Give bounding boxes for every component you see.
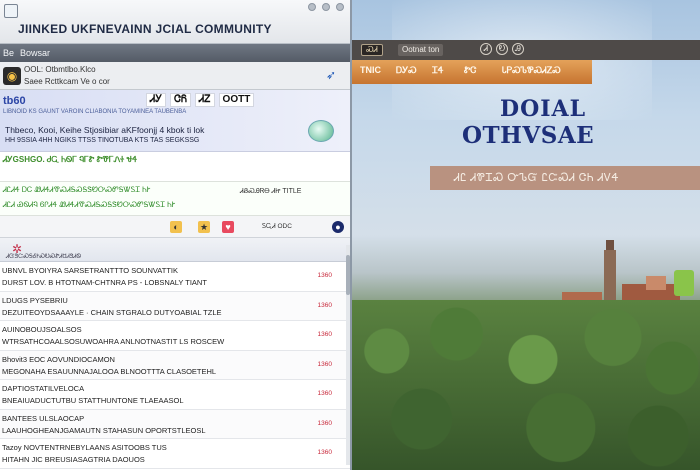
app-icon bbox=[4, 4, 18, 18]
list-item-count: 1360 bbox=[317, 390, 332, 397]
slogan-bar: ᏗᏝ ᏗᏈᏆᏍ ᏅᏖᏳ ᏝᏨᏍᏗ ᏣᏂ ᏗᏙᏎ bbox=[430, 166, 700, 190]
settings-icon[interactable]: Ꭿ bbox=[512, 43, 524, 55]
camera-icon[interactable]: ◉ bbox=[3, 67, 21, 85]
banner-chip[interactable]: ᏗᎩ bbox=[146, 93, 167, 107]
banner-brand[interactable]: tb60 bbox=[3, 95, 26, 107]
list-item-title: BANTEES ULSLAOCAP bbox=[2, 413, 85, 423]
toolbar-label[interactable]: Ootnat ton bbox=[398, 44, 444, 56]
list-item-title: DAPTIOSTATILVELOCA bbox=[2, 384, 85, 393]
notice-block: ᏗᏝᏗᏎ ᎠᏟ ᏪᏗᏎᏗᏡᏍᏗᎦᏍᎦᏕᏬᎤᏍᏛᎦᏔᏚᏆ ᏂᎨ ᏗᏝᏗ ᏯᏫᏗᏄ … bbox=[0, 182, 350, 216]
notice-line[interactable]: ᏗᏝᏗ ᏯᏫᏗᏄ ᏮᎵᏗᏎ ᏪᏗᏎᏗᏡᏍᏗᎦᏍᎦᏕᏬᎤᏍᏛᎦᏔᏚᏆ ᏂᎨ bbox=[3, 200, 175, 210]
feed-list: UBNVL BYOIYRA SARSETRANTTTO SOUNVATTIK D… bbox=[0, 262, 350, 469]
account-name[interactable]: OOL: Otbmtlbo.Klco bbox=[24, 65, 96, 74]
community-banner: tb60 LIBNOID KS GAUNT VAROIN CLIABONIA T… bbox=[0, 90, 350, 152]
hero-subtitle: OTHVSAE bbox=[462, 122, 595, 149]
list-item-title: Bhovit3 EOC AOVUNDIOCAMON bbox=[2, 354, 115, 364]
feed-scrollbar[interactable] bbox=[346, 245, 350, 465]
tree-canopy bbox=[352, 300, 700, 470]
promo-block: ᏗᎩGSHGO. ᏧᏩ ᏂᏫᎱ ᏄᎱᏑ ᏑᏡᎱᏁᏐ ᏠᏎ bbox=[0, 152, 350, 182]
heart-icon[interactable]: ♥ bbox=[222, 221, 234, 233]
bird-icon[interactable]: ➶ bbox=[326, 69, 344, 81]
menu-item-bowsar[interactable]: Bowsar bbox=[20, 48, 50, 58]
orange-nav: TNIC ᎠᎩᏍ ᏆᏎ ᏑᏣ ᏓᏢᏍᏖᏈᏍᏗᏃᏍ bbox=[352, 60, 592, 84]
list-item-count: 1360 bbox=[317, 301, 332, 309]
list-item-title: UBNVL BYOIYRA SARSETRANTTTO SOUNVATTIK bbox=[2, 266, 179, 275]
banner-chip[interactable]: ᏗᏃ bbox=[195, 93, 215, 107]
list-item-count: 1360 bbox=[317, 331, 332, 338]
list-item-title: Tazoy NOVTENTRNEBYLAANS ASITOOBS TUS bbox=[2, 443, 167, 452]
close-button[interactable] bbox=[336, 3, 344, 11]
feed-header: ✲ ᏗᏳᏕᏨᏍᎦᎴᎨᏍᎧᏍᏑᏗᏌᏗᏕᏗᏫ bbox=[0, 238, 350, 262]
globe-icon bbox=[308, 120, 334, 142]
account-bar: ◉ OOL: Otbmtlbo.Klco Saee Rcttkcam Ve o … bbox=[0, 62, 350, 90]
list-item-text: BNEAIUADUCTUTBU STATTHUNTONE TLAEAASOL bbox=[2, 396, 184, 405]
list-item[interactable]: AUINOBOUJSOALSOS WTRSATHCOAALSOSUWOAHRA … bbox=[0, 321, 350, 351]
banner-headline: Thbeco, Kooi, Keihe Stjosibiar aKFfoonjj… bbox=[5, 125, 205, 135]
hero-title: DOIAL bbox=[500, 96, 587, 122]
badge-icon[interactable]: ◐ bbox=[170, 221, 182, 233]
menu-item-be[interactable]: Be bbox=[3, 48, 14, 58]
list-item-text: LAAUHOGHEANJGAMAUTN STAHASUN OPORTSTLEOS… bbox=[2, 425, 206, 435]
list-item-title: AUINOBOUJSOALSOS bbox=[2, 325, 82, 334]
toolbar-icons: Ꮧ Ꭷ Ꭿ bbox=[480, 43, 524, 55]
notice-side-label: ᏗᏰᏍᎯᏒᎾ ᏗᏥ TITLE bbox=[240, 188, 302, 195]
menu-bar: Be Bowsar bbox=[0, 44, 350, 62]
banner-subtitle: LIBNOID KS GAUNT VAROIN CLIABONIA TOYAMI… bbox=[3, 109, 187, 115]
bell-icon[interactable]: Ꭷ bbox=[496, 43, 508, 55]
list-item[interactable]: BANTEES ULSLAOCAP LAAUHOGHEANJGAMAUTN ST… bbox=[0, 409, 350, 439]
list-item[interactable]: DAPTIOSTATILVELOCA BNEAIUADUCTUTBU STATT… bbox=[0, 380, 350, 410]
user-icon[interactable]: Ꮧ bbox=[480, 43, 492, 55]
icon-strip: ◐ ★ ♥ ᏚᏩᏗ ODC ● bbox=[0, 216, 350, 238]
page-title: JIINKED UKFNEVAINN JCIAL COMMUNITY bbox=[18, 22, 272, 36]
star-icon[interactable]: ★ bbox=[198, 221, 210, 233]
title-bar: JIINKED UKFNEVAINN JCIAL COMMUNITY bbox=[0, 0, 350, 44]
profile-icon[interactable]: ● bbox=[332, 221, 344, 233]
list-item[interactable]: Tazoy NOVTENTRNEBYLAANS ASITOOBS TUS HIT… bbox=[0, 439, 350, 469]
scrollbar-thumb[interactable] bbox=[346, 255, 350, 295]
feed-header-label: ᏗᏳᏕᏨᏍᎦᎴᎨᏍᎧᏍᏑᏗᏌᏗᏕᏗᏫ bbox=[6, 254, 82, 260]
building bbox=[674, 270, 694, 296]
toolbar-tab[interactable]: ᏍᏗ bbox=[361, 44, 383, 56]
list-item-count: 1360 bbox=[317, 449, 332, 456]
nav-item[interactable]: ᏓᏢᏍᏖᏈᏍᏗᏃᏍ bbox=[502, 65, 561, 76]
notice-line[interactable]: ᏗᏝᏗᏎ ᎠᏟ ᏪᏗᏎᏗᏡᏍᏗᎦᏍᎦᏕᏬᎤᏍᏛᎦᏔᏚᏆ ᏂᎨ bbox=[3, 185, 150, 195]
list-item[interactable]: UBNVL BYOIYRA SARSETRANTTTO SOUNVATTIK D… bbox=[0, 262, 350, 292]
building bbox=[646, 276, 666, 290]
list-item[interactable]: Bhovit3 EOC AOVUNDIOCAMON MEGONAHA ESAUU… bbox=[0, 350, 350, 380]
list-item-text: HITAHN JIC BREUSIASAGTRIA DAOUOS bbox=[2, 455, 145, 464]
maximize-button[interactable] bbox=[322, 3, 330, 11]
list-item-count: 1360 bbox=[317, 272, 332, 279]
banner-chip[interactable]: ᏣᏲ bbox=[170, 93, 192, 107]
list-item-title: LDUGS PYSEBRIU bbox=[2, 295, 68, 305]
banner-chip[interactable]: OOTT bbox=[218, 93, 255, 107]
minimize-button[interactable] bbox=[308, 3, 316, 11]
list-item[interactable]: LDUGS PYSEBRIU DEZUITEOYDSAAAYLE · CHAIN… bbox=[0, 291, 350, 321]
strip-label: ᏚᏩᏗ ODC bbox=[262, 223, 292, 230]
nav-item[interactable]: ᎠᎩᏍ bbox=[396, 65, 417, 76]
nav-item[interactable]: ᏑᏣ bbox=[464, 65, 476, 76]
slogan-text: ᏗᏝ ᏗᏈᏆᏍ ᏅᏖᏳ ᏝᏨᏍᏗ ᏣᏂ ᏗᏙᏎ bbox=[454, 172, 620, 184]
list-item-count: 1360 bbox=[317, 360, 332, 368]
banner-tagline: HH 9SSIA 4HH NGIKS TTSS TINOTUBA KTS TAS… bbox=[5, 137, 200, 144]
list-item-text: WTRSATHCOAALSOSUWOAHRA ANLNOTNASTIT LS R… bbox=[2, 337, 225, 346]
account-status: Saee Rcttkcam Ve o cor bbox=[24, 77, 110, 86]
right-toolbar: ᏍᏗ Ootnat ton Ꮧ Ꭷ Ꭿ bbox=[352, 40, 700, 60]
list-item-text: DEZUITEOYDSAAAYLE · CHAIN STGRALO DUTYOA… bbox=[2, 307, 222, 317]
nav-item[interactable]: TNIC bbox=[360, 65, 381, 75]
left-pane: JIINKED UKFNEVAINN JCIAL COMMUNITY Be Bo… bbox=[0, 0, 352, 470]
window-controls bbox=[308, 3, 344, 11]
right-pane: ᏍᏗ Ootnat ton Ꮧ Ꭷ Ꭿ TNIC ᎠᎩᏍ ᏆᏎ ᏑᏣ ᏓᏢᏍᏖᏈ… bbox=[352, 0, 700, 470]
banner-chips: ᏗᎩ ᏣᏲ ᏗᏃ OOTT bbox=[146, 93, 255, 107]
list-item-count: 1360 bbox=[317, 419, 332, 427]
promo-link[interactable]: ᏗᎩGSHGO. ᏧᏩ ᏂᏫᎱ ᏄᎱᏑ ᏑᏡᎱᏁᏐ ᏠᏎ bbox=[3, 155, 137, 165]
list-item-text: DURST LOV. B HTOTNAM-CHTNRA PS - LOBSNAL… bbox=[2, 278, 207, 287]
nav-item[interactable]: ᏆᏎ bbox=[432, 65, 444, 76]
list-item-text: MEGONAHA ESAUUNNAJALOOA BLNOOTTTA CLASOE… bbox=[2, 366, 217, 376]
